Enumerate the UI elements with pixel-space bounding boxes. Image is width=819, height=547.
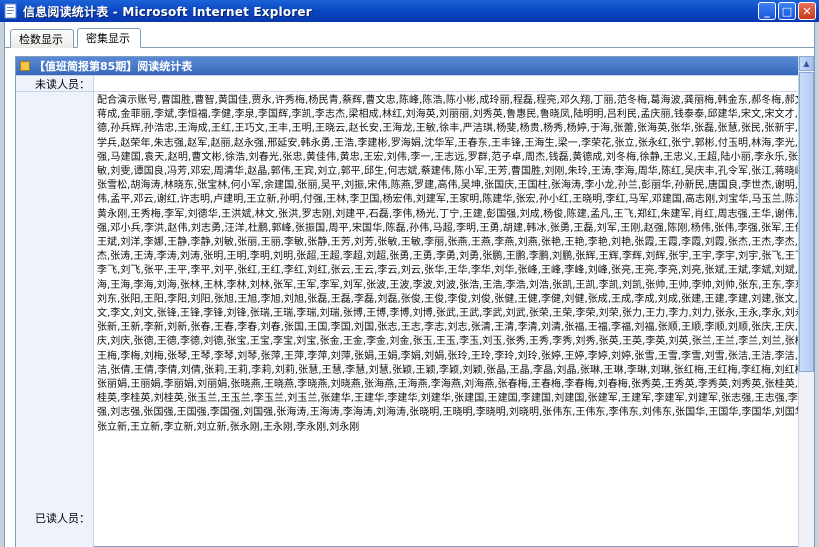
unread-row: 未读人员： <box>16 75 811 91</box>
close-button[interactable]: ✕ <box>798 2 816 20</box>
read-label: 已读人员： <box>35 512 90 525</box>
maximize-button[interactable]: □ <box>778 2 796 20</box>
browser-frame: 检数显示 密集显示 【值班简报第85期】阅读统计表 未读人员： 已读人员： 配合… <box>0 22 819 547</box>
window-titlebar[interactable]: 信息阅读统计表 - Microsoft Internet Explorer _ … <box>0 0 819 22</box>
read-row: 已读人员： 配合演示账号,曹国胜,曹智,黄国佳,贾永,许秀梅,杨民青,蔡辉,曹文… <box>16 91 811 547</box>
page-content: 检数显示 密集显示 【值班简报第85期】阅读统计表 未读人员： 已读人员： 配合… <box>4 22 815 547</box>
unread-value <box>94 76 811 91</box>
minimize-button[interactable]: _ <box>758 2 776 20</box>
vertical-scrollbar[interactable]: ▲ <box>798 56 814 547</box>
tab-bar: 检数显示 密集显示 <box>5 28 814 48</box>
folder-icon <box>20 61 30 71</box>
scroll-up-button[interactable]: ▲ <box>799 56 814 71</box>
tab-count-display[interactable]: 检数显示 <box>10 29 74 48</box>
window-controls: _ □ ✕ <box>758 2 816 20</box>
panel-title: 【值班简报第85期】阅读统计表 <box>34 60 193 73</box>
ie-document-icon <box>4 3 17 19</box>
tab-dense-display[interactable]: 密集显示 <box>77 28 141 48</box>
read-names-list: 配合演示账号,曹国胜,曹智,黄国佳,贾永,许秀梅,杨民青,蔡辉,曹文忠,陈峰,陈… <box>97 95 808 433</box>
unread-label: 未读人员： <box>16 76 94 91</box>
read-value: 配合演示账号,曹国胜,曹智,黄国佳,贾永,许秀梅,杨民青,蔡辉,曹文忠,陈峰,陈… <box>94 92 811 547</box>
panel-header: 【值班简报第85期】阅读统计表 <box>16 57 811 75</box>
read-label-cell: 已读人员： <box>16 92 94 547</box>
stats-panel: 【值班简报第85期】阅读统计表 未读人员： 已读人员： 配合演示账号,曹国胜,曹… <box>15 56 812 547</box>
window-title: 信息阅读统计表 - Microsoft Internet Explorer <box>23 4 312 19</box>
scroll-thumb[interactable] <box>799 72 814 372</box>
